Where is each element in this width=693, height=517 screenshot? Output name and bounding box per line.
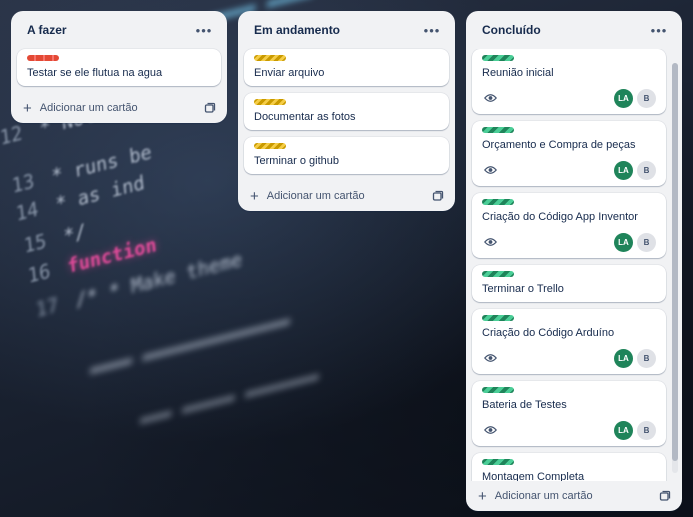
card-title: Bateria de Testes — [482, 399, 567, 411]
add-card-button[interactable]: + Adicionar um cartão — [478, 489, 593, 504]
card-list: Testar se ele flutua na agua — [11, 49, 227, 86]
card-list: Enviar arquivo Documentar as fotos Termi… — [238, 49, 455, 174]
plus-icon: + — [478, 487, 487, 505]
card-title: Criação do Código App Inventor — [482, 211, 638, 223]
avatar[interactable]: LA — [614, 88, 633, 108]
plus-icon: + — [250, 187, 259, 205]
add-card-row: + Adicionar um cartão — [11, 93, 227, 123]
avatar[interactable]: B — [637, 88, 656, 108]
background-code-line: ▬▬▬▬ ▬▬▬▬▬▬▬▬▬▬▬▬▬▬ — [88, 310, 291, 382]
eye-icon — [482, 162, 498, 178]
card[interactable]: Terminar o github — [244, 137, 449, 174]
card-label-green[interactable] — [482, 271, 514, 277]
eye-icon — [482, 422, 498, 438]
list-title[interactable]: Concluído — [482, 23, 541, 37]
card-template-icon[interactable] — [431, 189, 445, 203]
add-card-row: + Adicionar um cartão — [238, 181, 455, 211]
eye-icon — [482, 90, 498, 106]
list-title[interactable]: Em andamento — [254, 23, 340, 37]
avatar[interactable]: B — [637, 232, 656, 252]
card-label-green[interactable] — [482, 199, 514, 205]
card-template-icon[interactable] — [658, 489, 672, 503]
add-card-button[interactable]: + Adicionar um cartão — [250, 189, 365, 204]
card-label-yellow[interactable] — [254, 143, 286, 149]
list-header: A fazer ••• — [11, 11, 227, 49]
card-label-green[interactable] — [482, 315, 514, 321]
list-scrollbar[interactable] — [672, 63, 678, 473]
avatar[interactable]: B — [637, 420, 656, 440]
card-label-yellow[interactable] — [254, 99, 286, 105]
list-em-andamento: Em andamento ••• Enviar arquivo Document… — [238, 11, 455, 211]
add-card-button[interactable]: + Adicionar um cartão — [23, 101, 138, 116]
list-title[interactable]: A fazer — [27, 23, 67, 37]
card-members: LA B — [614, 88, 656, 108]
card-members: LA B — [614, 232, 656, 252]
card-title: Testar se ele flutua na agua — [27, 67, 163, 79]
card-label-green[interactable] — [482, 127, 514, 133]
avatar[interactable]: B — [637, 160, 656, 180]
background-code-line: ▬▬▬ ▬▬▬▬▬ ▬▬▬▬▬▬▬ — [138, 365, 320, 432]
add-card-label: Adicionar um cartão — [494, 490, 593, 502]
card-label-red[interactable] — [27, 55, 59, 61]
eye-icon — [482, 350, 498, 366]
card[interactable]: Reunião inicial LA B — [472, 49, 666, 114]
card-label-green[interactable] — [482, 459, 514, 465]
avatar[interactable]: LA — [614, 232, 633, 252]
avatar[interactable]: LA — [614, 160, 633, 180]
card[interactable]: Bateria de Testes LA B — [472, 381, 666, 446]
card[interactable]: Terminar o Trello — [472, 265, 666, 302]
card-badges: LA B — [482, 160, 656, 180]
card-label-yellow[interactable] — [254, 55, 286, 61]
card-title: Montagem Completa — [482, 471, 585, 481]
add-card-label: Adicionar um cartão — [266, 190, 365, 202]
card-list: Reunião inicial LA B Orçamento e Compra … — [466, 49, 682, 481]
card[interactable]: Enviar arquivo — [244, 49, 449, 86]
avatar[interactable]: B — [637, 348, 656, 368]
card-label-green[interactable] — [482, 55, 514, 61]
card-title: Terminar o github — [254, 155, 339, 167]
eye-icon — [482, 234, 498, 250]
card[interactable]: Montagem Completa LA B — [472, 453, 666, 481]
card-title: Orçamento e Compra de peças — [482, 139, 636, 151]
card-label-green[interactable] — [482, 387, 514, 393]
card[interactable]: Testar se ele flutua na agua — [17, 49, 221, 86]
card-members: LA B — [614, 160, 656, 180]
card-title: Enviar arquivo — [254, 67, 325, 79]
card-badges: LA B — [482, 88, 656, 108]
list-concluido: Concluído ••• Reunião inicial LA B Orçam… — [466, 11, 682, 511]
card[interactable]: Orçamento e Compra de peças LA B — [472, 121, 666, 186]
more-horizontal-icon[interactable]: ••• — [193, 19, 215, 41]
add-card-label: Adicionar um cartão — [39, 102, 138, 114]
list-header: Em andamento ••• — [238, 11, 455, 49]
more-horizontal-icon[interactable]: ••• — [648, 19, 670, 41]
list-a-fazer: A fazer ••• Testar se ele flutua na agua… — [11, 11, 227, 123]
scrollbar-thumb[interactable] — [672, 63, 678, 461]
avatar[interactable]: LA — [614, 348, 633, 368]
plus-icon: + — [23, 99, 32, 117]
card-title: Reunião inicial — [482, 67, 554, 79]
add-card-row: + Adicionar um cartão — [466, 481, 682, 511]
card-badges: LA B — [482, 232, 656, 252]
list-header: Concluído ••• — [466, 11, 682, 49]
card-members: LA B — [614, 420, 656, 440]
more-horizontal-icon[interactable]: ••• — [421, 19, 443, 41]
card-badges: LA B — [482, 420, 656, 440]
card[interactable]: Documentar as fotos — [244, 93, 449, 130]
card-badges: LA B — [482, 348, 656, 368]
card[interactable]: Criação do Código Arduíno LA B — [472, 309, 666, 374]
avatar[interactable]: LA — [614, 420, 633, 440]
card-title: Documentar as fotos — [254, 111, 356, 123]
card-title: Terminar o Trello — [482, 283, 564, 295]
card[interactable]: Criação do Código App Inventor LA B — [472, 193, 666, 258]
card-template-icon[interactable] — [203, 101, 217, 115]
card-title: Criação do Código Arduíno — [482, 327, 615, 339]
card-members: LA B — [614, 348, 656, 368]
